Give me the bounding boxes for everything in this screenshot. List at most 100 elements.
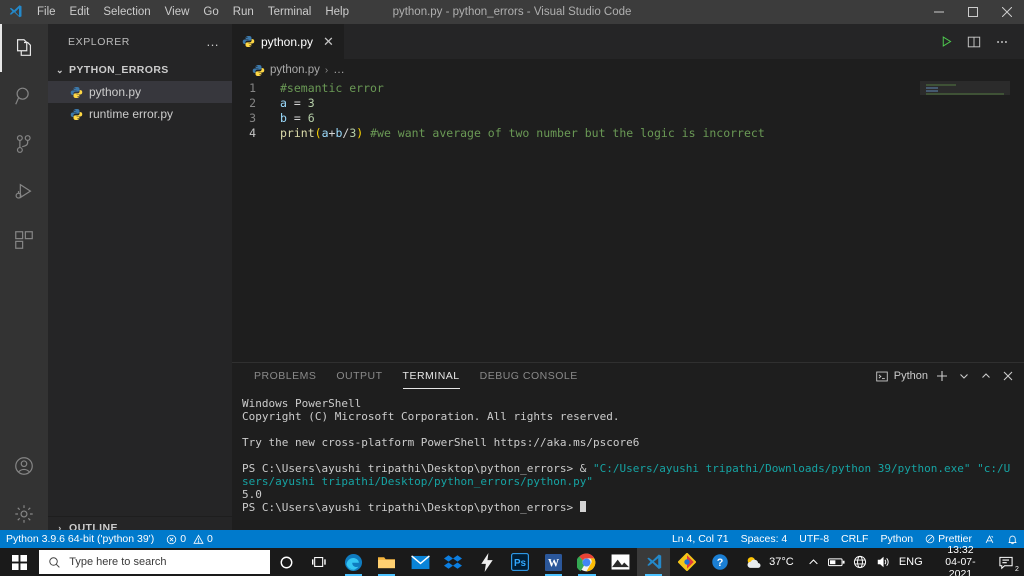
taskbar-app-dropbox[interactable] xyxy=(437,548,470,576)
network-globe-icon[interactable] xyxy=(848,548,871,576)
terminal-text: PS C:\Users\ayushi tripathi\Desktop\pyth… xyxy=(242,462,593,475)
activity-extensions[interactable] xyxy=(0,216,48,264)
activity-run-debug[interactable] xyxy=(0,168,48,216)
code-line-text: b = 6 xyxy=(270,111,315,126)
lightning-icon xyxy=(481,552,493,572)
panel-tab-output[interactable]: OUTPUT xyxy=(326,363,392,389)
code-line[interactable]: 1 #semantic error xyxy=(232,81,1024,96)
tab-close-icon[interactable]: ✕ xyxy=(323,35,334,48)
breadcrumb-rest[interactable]: … xyxy=(333,64,345,76)
code-editor[interactable]: 1 #semantic error 2 a = 33b = 6 4 print(a+b/3… xyxy=(232,81,1024,362)
file-item-python-py[interactable]: python.py xyxy=(48,81,232,103)
python-file-icon xyxy=(242,35,255,48)
notification-center-icon[interactable]: 2 xyxy=(995,548,1022,576)
terminal-dropdown-chevron-down-icon[interactable] xyxy=(956,368,972,384)
code-lines: 1 #semantic error 2 a = 33b = 6 4 print(a+b/3… xyxy=(232,81,1024,141)
code-line[interactable]: 4 print(a+b/3) #we want average of two nu… xyxy=(232,126,1024,141)
terminal-output[interactable]: Windows PowerShell Copyright (C) Microsof… xyxy=(232,389,1024,514)
explorer-more-actions-icon[interactable]: … xyxy=(206,34,220,49)
line-number: 1 xyxy=(249,81,256,95)
menu-selection[interactable]: Selection xyxy=(96,0,157,24)
menu-edit[interactable]: Edit xyxy=(63,0,97,24)
status-python-interpreter[interactable]: Python 3.9.6 64-bit ('python 39') xyxy=(0,530,160,548)
windows-start-icon[interactable] xyxy=(0,548,39,576)
taskbar-app-file-explorer[interactable] xyxy=(370,548,403,576)
taskbar-search-placeholder: Type here to search xyxy=(69,556,167,568)
code-token: b xyxy=(280,111,287,125)
taskbar-app-microsoft-edge[interactable] xyxy=(337,548,370,576)
taskbar-weather[interactable]: 37°C xyxy=(737,555,802,570)
panel-tab-bar: PROBLEMS OUTPUT TERMINAL DEBUG CONSOLE P… xyxy=(232,363,1024,389)
terminal-selector[interactable]: Python xyxy=(875,370,928,383)
notification-count-badge: 2 xyxy=(1012,564,1022,574)
svg-text:W: W xyxy=(548,557,560,569)
maximize-button[interactable] xyxy=(956,0,990,24)
language-indicator[interactable]: ENG xyxy=(895,548,926,576)
taskbar-app-lightning[interactable] xyxy=(470,548,503,576)
remote-icon xyxy=(985,534,994,543)
menu-bar: File Edit Selection View Go Run Terminal… xyxy=(30,0,356,24)
volume-speaker-icon[interactable] xyxy=(872,548,895,576)
menu-terminal[interactable]: Terminal xyxy=(261,0,318,24)
file-label: python.py xyxy=(89,85,142,99)
menu-view[interactable]: View xyxy=(158,0,197,24)
clock-time: 13:32 xyxy=(947,544,974,556)
close-panel-close-icon[interactable] xyxy=(1000,368,1016,384)
panel-tab-debug-console[interactable]: DEBUG CONSOLE xyxy=(470,363,588,389)
activity-search[interactable] xyxy=(0,72,48,120)
minimize-button[interactable] xyxy=(922,0,956,24)
run-python-file-play-icon[interactable] xyxy=(934,30,958,54)
panel-tab-problems[interactable]: PROBLEMS xyxy=(244,363,326,389)
line-number: 4 xyxy=(249,126,256,140)
task-view-icon[interactable] xyxy=(303,548,336,576)
taskbar-app-diamond[interactable] xyxy=(670,548,703,576)
show-hidden-icons-chevron-up-icon[interactable] xyxy=(802,548,825,576)
bell-icon xyxy=(1008,535,1017,544)
taskbar-search-box[interactable]: Type here to search xyxy=(39,550,271,574)
code-token: 6 xyxy=(307,111,315,125)
code-line[interactable]: 3 b = 6 xyxy=(232,111,1024,126)
activity-source-control[interactable] xyxy=(0,120,48,168)
taskbar-app-photos[interactable] xyxy=(604,548,637,576)
menu-run[interactable]: Run xyxy=(226,0,261,24)
close-button[interactable] xyxy=(990,0,1024,24)
maximize-panel-chevron-up-icon[interactable] xyxy=(978,368,994,384)
folder-section-header[interactable]: ⌄ PYTHON_ERRORS xyxy=(48,59,232,81)
editor-scrollbar[interactable] xyxy=(1010,81,1024,362)
minimap[interactable] xyxy=(920,81,1010,362)
code-line[interactable]: 2 a = 3 xyxy=(232,96,1024,111)
cortana-circle-icon[interactable] xyxy=(270,548,303,576)
editor-tab-bar: python.py ✕ xyxy=(232,24,1024,59)
taskbar-app-google-chrome[interactable] xyxy=(570,548,603,576)
status-problems[interactable]: 0 0 xyxy=(160,530,219,548)
activity-explorer[interactable] xyxy=(0,24,48,72)
taskbar-app-photoshop[interactable]: Ps xyxy=(504,548,537,576)
svg-text:Ps: Ps xyxy=(514,558,527,569)
menu-help[interactable]: Help xyxy=(318,0,356,24)
split-editor-icon[interactable] xyxy=(962,30,986,54)
clock-date: 04-07-2021 xyxy=(945,556,976,576)
tab-python-py[interactable]: python.py ✕ xyxy=(232,24,345,59)
battery-icon[interactable] xyxy=(825,548,848,576)
code-token: a xyxy=(321,126,329,140)
vscode-logo-icon xyxy=(0,0,30,24)
diamond-icon xyxy=(678,553,696,571)
taskbar-app-microsoft-word[interactable]: W xyxy=(537,548,570,576)
status-cursor-position[interactable]: Ln 4, Col 71 xyxy=(666,530,735,548)
terminal-line: Try the new cross-platform PowerShell ht… xyxy=(242,436,1014,449)
file-item-runtime-error-py[interactable]: runtime error.py xyxy=(48,103,232,125)
breadcrumb-file[interactable]: python.py xyxy=(270,64,320,76)
menu-file[interactable]: File xyxy=(30,0,63,24)
editor-more-actions-ellipsis-icon[interactable] xyxy=(990,30,1014,54)
code-token: = xyxy=(286,111,308,125)
weather-temperature: 37°C xyxy=(769,556,794,568)
taskbar-clock[interactable]: 13:32 04-07-2021 xyxy=(926,544,994,576)
panel-tab-terminal[interactable]: TERMINAL xyxy=(393,363,470,389)
taskbar-app-visual-studio-code[interactable] xyxy=(636,548,671,576)
menu-go[interactable]: Go xyxy=(196,0,225,24)
taskbar-app-help[interactable]: ? xyxy=(704,548,737,576)
code-token: #semantic error xyxy=(280,81,384,95)
activity-accounts[interactable] xyxy=(0,442,48,490)
new-terminal-plus-icon[interactable] xyxy=(934,368,950,384)
taskbar-app-mail[interactable] xyxy=(403,548,436,576)
